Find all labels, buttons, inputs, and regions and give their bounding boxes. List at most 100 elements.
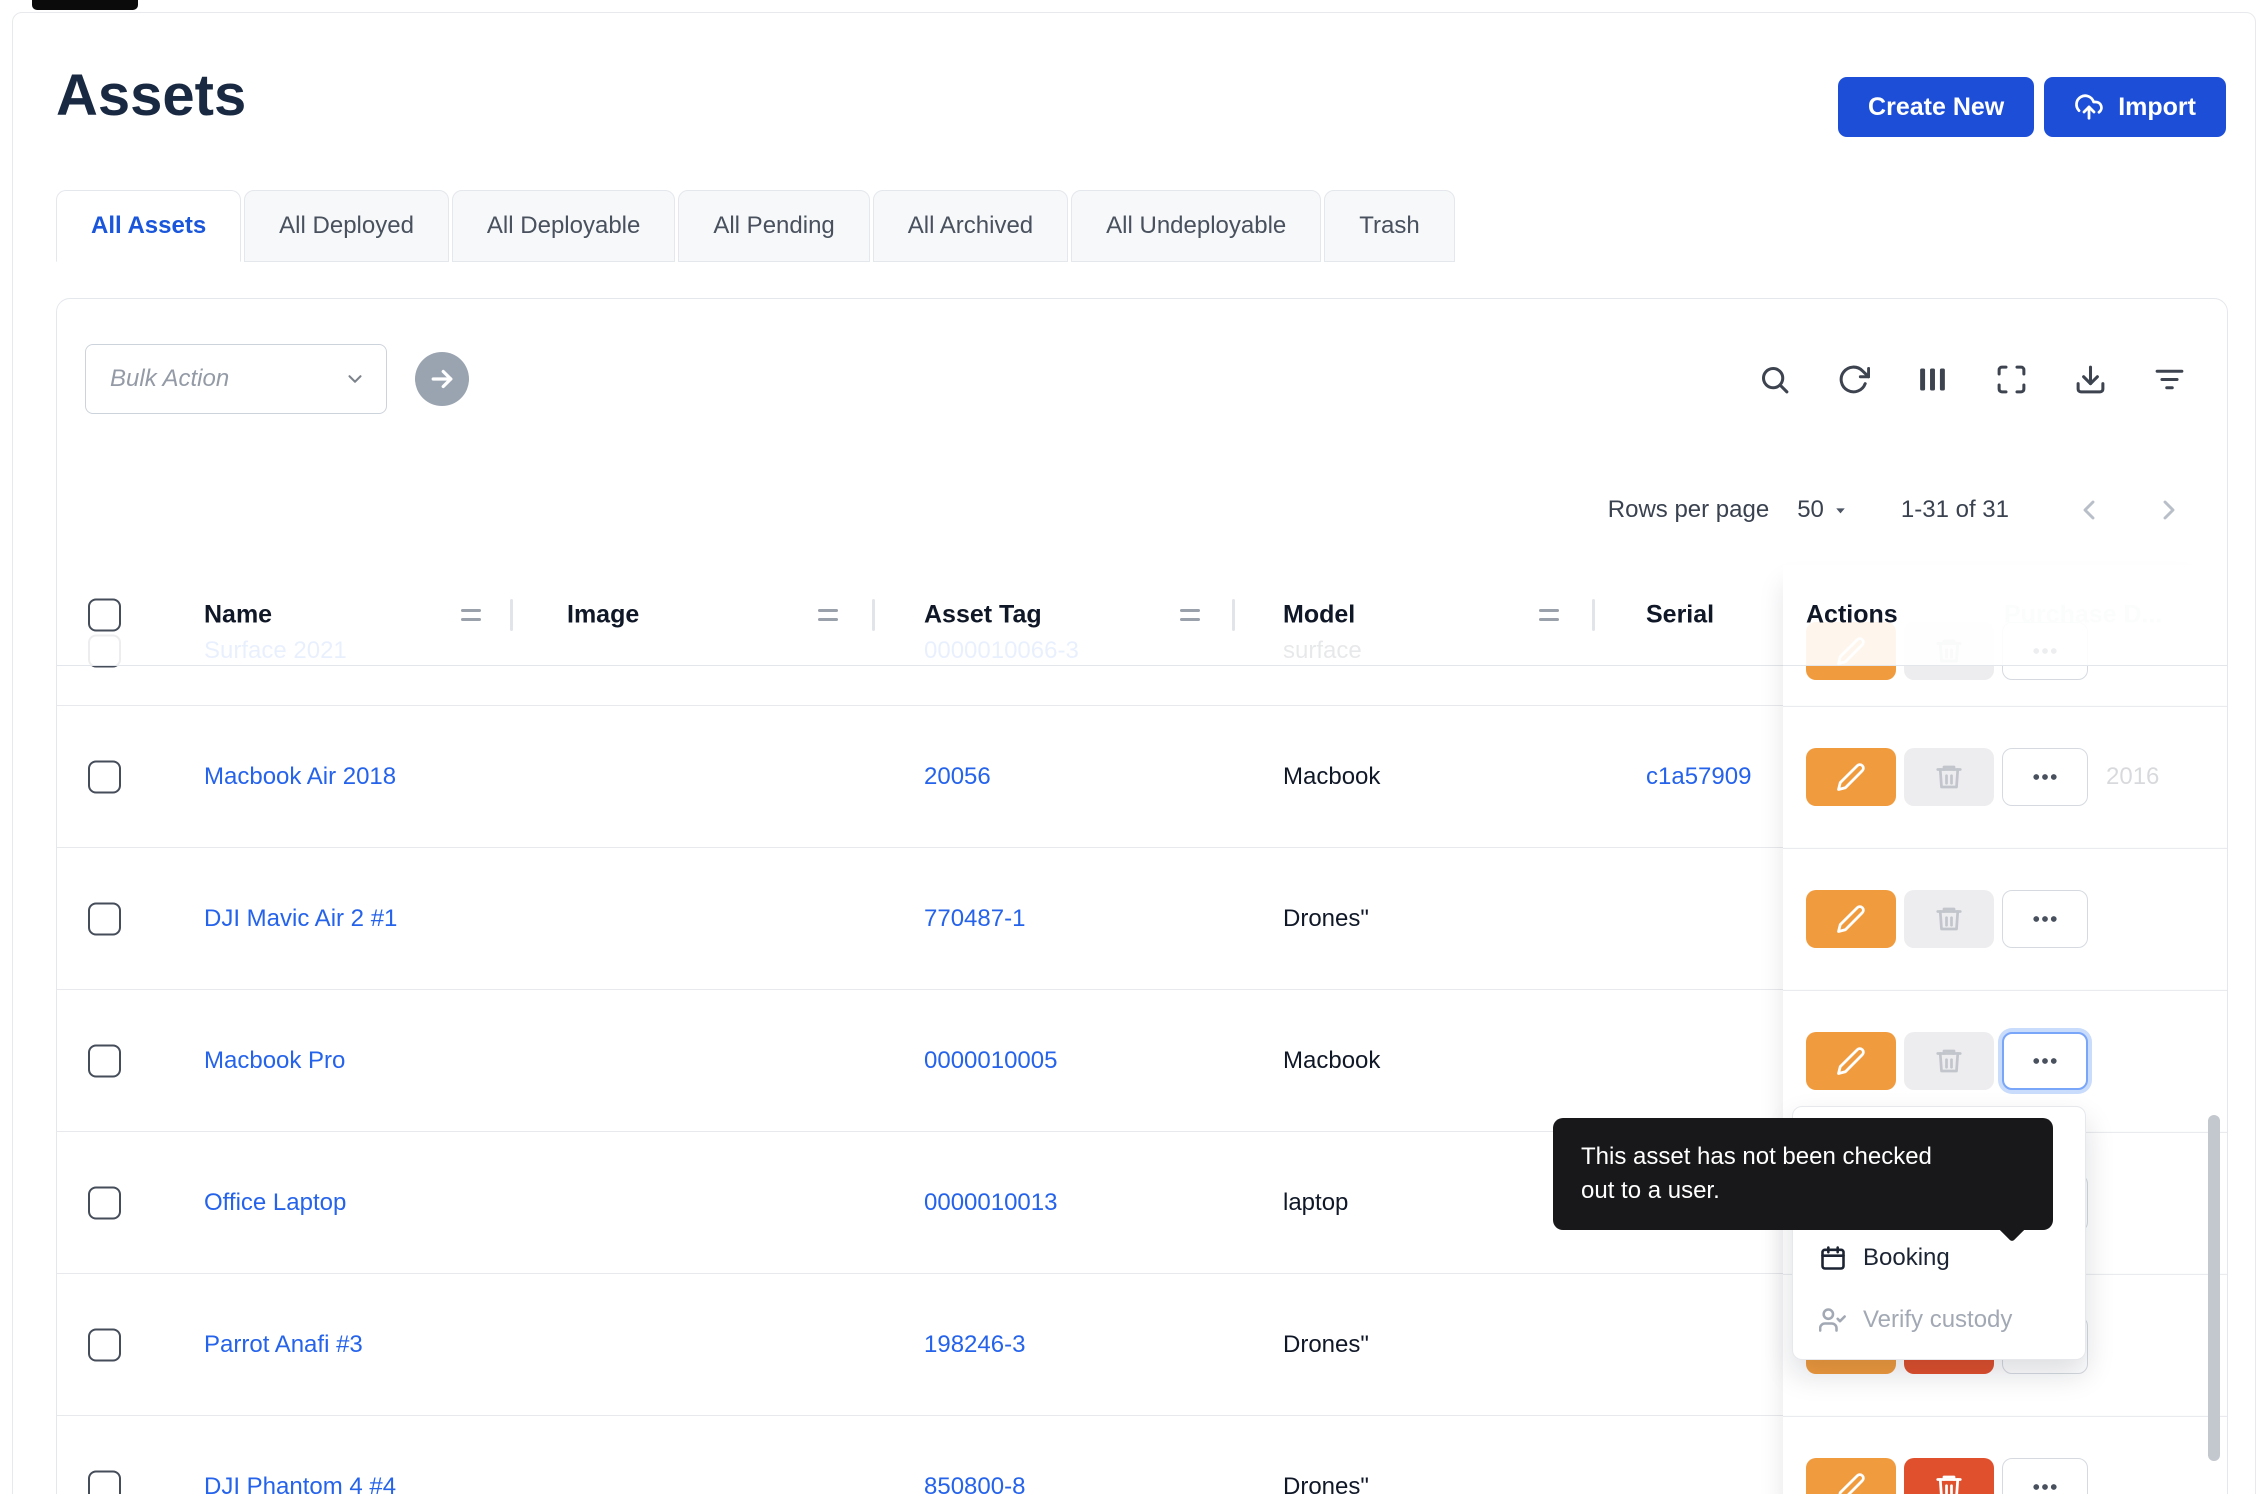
asset-name-link[interactable]: Parrot Anafi #3 — [204, 1331, 363, 1359]
chevron-right-icon — [2153, 494, 2185, 526]
row-actions — [1806, 1458, 2088, 1494]
row-checkbox[interactable] — [88, 1471, 121, 1494]
rows-per-page-label: Rows per page — [1608, 496, 1769, 524]
asset-tag-link[interactable]: 0000010005 — [924, 1047, 1057, 1075]
filter-button[interactable] — [2152, 362, 2186, 396]
search-button[interactable] — [1757, 362, 1791, 396]
asset-tag-link[interactable]: 0000010013 — [924, 1189, 1057, 1217]
column-header-name[interactable]: Name — [204, 601, 272, 630]
bulk-action-select[interactable]: Bulk Action — [85, 344, 387, 414]
asset-model: Drones" — [1283, 1331, 1369, 1359]
refresh-button[interactable] — [1836, 362, 1870, 396]
create-new-label: Create New — [1868, 93, 2004, 122]
edit-asset-button[interactable] — [1806, 890, 1896, 948]
trash-icon — [1934, 762, 1964, 792]
tab-all-deployable[interactable]: All Deployable — [452, 190, 675, 262]
row-checkbox[interactable] — [88, 1328, 121, 1361]
row-actions — [1806, 748, 2088, 806]
ellipsis-icon — [2030, 904, 2060, 934]
download-button[interactable] — [2073, 362, 2107, 396]
bulk-action-submit-button[interactable] — [415, 352, 469, 406]
more-actions-button-focused[interactable] — [2002, 1032, 2088, 1090]
ellipsis-icon — [2030, 1046, 2060, 1076]
asset-name-link[interactable]: DJI Phantom 4 #4 — [204, 1473, 396, 1494]
column-divider — [1592, 599, 1595, 631]
table-toolbar — [1757, 362, 2186, 396]
vertical-scrollbar-thumb[interactable] — [2208, 1115, 2220, 1461]
asset-name-link[interactable]: Macbook Air 2018 — [204, 763, 396, 791]
delete-asset-button[interactable] — [1904, 1458, 1994, 1494]
edit-asset-button[interactable] — [1806, 748, 1896, 806]
page-title: Assets — [56, 62, 246, 129]
ellipsis-icon — [2030, 1472, 2060, 1494]
bulk-action-placeholder: Bulk Action — [110, 365, 229, 393]
column-header-asset-tag[interactable]: Asset Tag — [924, 601, 1042, 630]
cloud-upload-icon — [2074, 92, 2104, 122]
top-notch — [32, 0, 138, 10]
pencil-icon — [1836, 1472, 1866, 1494]
more-actions-button[interactable] — [2002, 748, 2088, 806]
pagination: Rows per page 50 1-31 of 31 — [1608, 488, 2189, 532]
menu-item-verify-custody[interactable]: Verify custody — [1793, 1289, 2085, 1351]
rows-per-page-value: 50 — [1797, 496, 1824, 524]
previous-page-button[interactable] — [2069, 490, 2109, 530]
asset-tag-link[interactable]: 198246-3 — [924, 1331, 1025, 1359]
next-page-button[interactable] — [2149, 490, 2189, 530]
refresh-icon — [1837, 363, 1870, 396]
search-icon — [1758, 363, 1791, 396]
actions-column-header: Actions — [1783, 565, 2227, 666]
row-checkbox[interactable] — [88, 902, 121, 935]
row-checkbox[interactable] — [88, 760, 121, 793]
edit-asset-button[interactable] — [1806, 1458, 1896, 1494]
asset-name-link[interactable]: Macbook Pro — [204, 1047, 345, 1075]
row-checkbox[interactable] — [88, 1044, 121, 1077]
asset-tag-link[interactable]: 770487-1 — [924, 905, 1025, 933]
tab-all-undeployable[interactable]: All Undeployable — [1071, 190, 1321, 262]
column-header-actions: Actions — [1806, 601, 1898, 630]
columns-button[interactable] — [1915, 362, 1949, 396]
column-resize-handle[interactable] — [1180, 609, 1200, 621]
tab-trash[interactable]: Trash — [1324, 190, 1454, 262]
delete-asset-button[interactable] — [1904, 890, 1994, 948]
calendar-icon — [1819, 1244, 1847, 1272]
rows-per-page-select[interactable]: 50 — [1797, 496, 1849, 524]
menu-item-booking[interactable]: Booking — [1793, 1227, 2085, 1289]
asset-name-link[interactable]: DJI Mavic Air 2 #1 — [204, 905, 397, 933]
columns-icon — [1916, 363, 1949, 396]
column-header-model[interactable]: Model — [1283, 601, 1355, 630]
tab-all-archived[interactable]: All Archived — [873, 190, 1068, 262]
trash-icon — [1934, 1046, 1964, 1076]
tab-all-pending[interactable]: All Pending — [678, 190, 869, 262]
tab-all-assets[interactable]: All Assets — [56, 190, 241, 262]
row-actions — [1806, 890, 2088, 948]
asset-name-link[interactable]: Office Laptop — [204, 1189, 346, 1217]
column-divider — [510, 599, 513, 631]
tab-all-deployed[interactable]: All Deployed — [244, 190, 449, 262]
column-resize-handle[interactable] — [1539, 609, 1559, 621]
delete-asset-button[interactable] — [1904, 748, 1994, 806]
fullscreen-button[interactable] — [1994, 362, 2028, 396]
edit-asset-button[interactable] — [1806, 1032, 1896, 1090]
column-divider — [872, 599, 875, 631]
header-actions: Create New Import — [1838, 77, 2226, 137]
chevron-down-icon — [344, 368, 366, 390]
column-header-image[interactable]: Image — [567, 601, 639, 630]
asset-tag-link[interactable]: 850800-8 — [924, 1473, 1025, 1494]
column-header-serial[interactable]: Serial — [1646, 601, 1714, 630]
asset-tag-link[interactable]: 20056 — [924, 763, 991, 791]
row-actions — [1806, 1032, 2088, 1090]
column-resize-handle[interactable] — [461, 609, 481, 621]
import-button[interactable]: Import — [2044, 77, 2226, 137]
select-all-checkbox[interactable] — [88, 599, 121, 632]
column-resize-handle[interactable] — [818, 609, 838, 621]
more-actions-button[interactable] — [2002, 1458, 2088, 1494]
row-checkbox[interactable] — [88, 1186, 121, 1219]
asset-filter-tabs: All Assets All Deployed All Deployable A… — [56, 190, 1455, 262]
tooltip-line-1: This asset has not been checked — [1581, 1140, 2025, 1174]
more-actions-button[interactable] — [2002, 890, 2088, 948]
asset-serial-link[interactable]: c1a57909 — [1646, 763, 1783, 791]
ellipsis-icon — [2030, 762, 2060, 792]
create-new-button[interactable]: Create New — [1838, 77, 2034, 137]
assets-table-card: Bulk Action Rows per page 50 1-31 of 31 … — [56, 298, 2228, 1494]
delete-asset-button[interactable] — [1904, 1032, 1994, 1090]
